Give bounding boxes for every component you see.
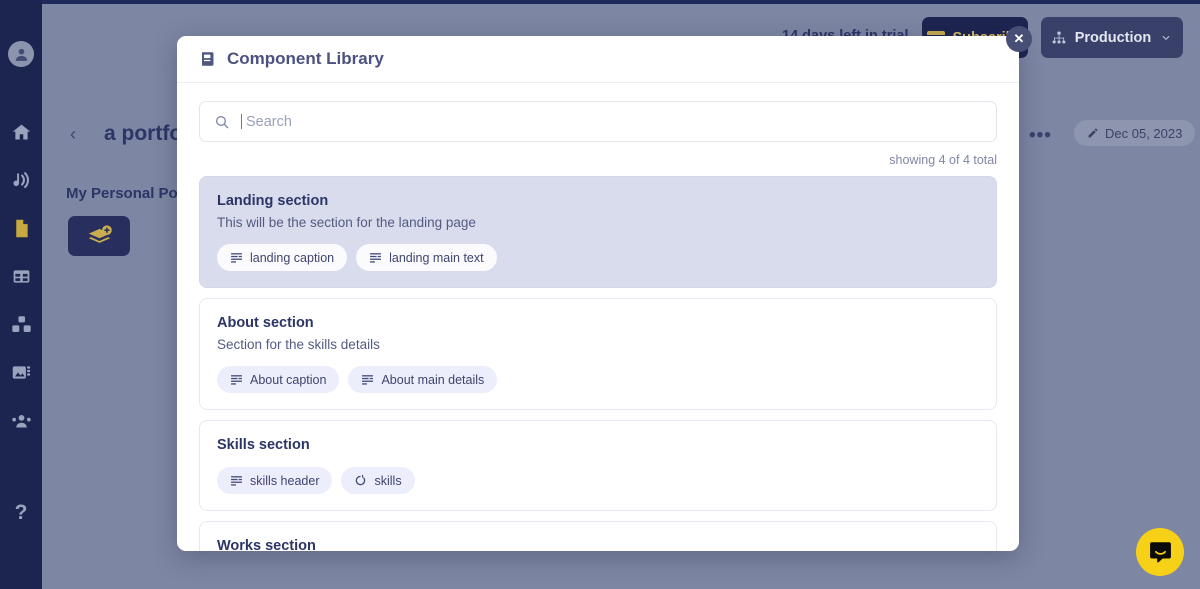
component-chip[interactable]: About caption <box>217 366 340 393</box>
page-subtitle: My Personal Po <box>66 185 178 202</box>
close-modal-button[interactable]: ✕ <box>1006 26 1032 52</box>
component-chip[interactable]: landing main text <box>356 244 497 271</box>
component-chip[interactable]: skills header <box>217 467 333 494</box>
search-placeholder: Search <box>246 113 292 130</box>
sidebar-item-broadcast[interactable] <box>0 168 42 192</box>
component-chip[interactable]: About main details <box>348 366 498 393</box>
more-options-button[interactable]: ••• <box>1029 125 1052 147</box>
avatar[interactable] <box>8 41 34 67</box>
text-lines-icon <box>231 375 242 385</box>
section-card-works[interactable]: Works section <box>199 521 997 551</box>
component-chip[interactable]: landing caption <box>217 244 348 271</box>
section-card-about[interactable]: About section Section for the skills det… <box>199 298 997 410</box>
chip-label: landing caption <box>250 250 335 265</box>
back-chevron-icon[interactable]: ‹ <box>70 124 76 145</box>
text-lines-icon <box>231 253 242 263</box>
left-sidebar: ? <box>0 0 42 589</box>
section-description: Section for the skills details <box>217 337 380 352</box>
search-icon <box>216 115 229 128</box>
search-caret <box>241 114 242 129</box>
search-input[interactable]: Search <box>199 101 997 142</box>
environment-selector[interactable]: Production <box>1041 17 1183 58</box>
sidebar-item-components[interactable] <box>0 312 42 336</box>
sidebar-item-tables[interactable] <box>0 264 42 288</box>
chip-label: skills header <box>250 473 320 488</box>
chip-label: About main details <box>381 372 485 387</box>
pencil-icon <box>1088 128 1098 138</box>
sidebar-item-home[interactable] <box>0 120 42 144</box>
sidebar-item-media[interactable] <box>0 360 42 384</box>
section-title: Works section <box>217 538 316 551</box>
sidebar-item-help[interactable]: ? <box>0 498 42 528</box>
section-title: About section <box>217 315 314 331</box>
modal-title: Component Library <box>227 49 384 68</box>
modal-header: Component Library <box>177 36 1019 83</box>
date-badge-label: Dec 05, 2023 <box>1105 125 1183 141</box>
text-lines-icon <box>370 253 382 263</box>
chat-bubble-icon <box>1149 541 1171 563</box>
sidebar-item-team[interactable] <box>0 408 42 432</box>
results-count: showing 4 of 4 total <box>889 153 997 167</box>
section-chips: skills header skills <box>217 467 979 494</box>
chip-label: landing main text <box>389 250 484 265</box>
layers-plus-icon <box>88 224 112 243</box>
text-lines-icon <box>362 375 374 385</box>
environment-label: Production <box>1074 29 1152 46</box>
add-layers-button[interactable] <box>68 216 130 256</box>
component-library-modal: Component Library Search showing 4 of 4 … <box>177 36 1019 551</box>
screen: ? 14 days left in trial Subscribe Produc… <box>0 0 1200 589</box>
section-title: Skills section <box>217 437 310 453</box>
page-title: a portfo <box>104 122 183 145</box>
section-chips: landing caption landing main text <box>217 244 979 271</box>
date-badge[interactable]: Dec 05, 2023 <box>1074 120 1196 146</box>
refresh-rotate-icon <box>356 474 366 486</box>
chevron-down-icon <box>1162 35 1170 40</box>
chip-label: About caption <box>250 372 327 387</box>
section-description: This will be the section for the landing… <box>217 215 476 230</box>
modal-body: Search showing 4 of 4 total Landing sect… <box>177 83 1019 551</box>
component-chip[interactable]: skills <box>341 467 415 494</box>
book-icon <box>202 52 214 66</box>
chip-label: skills <box>374 473 402 488</box>
section-card-landing[interactable]: Landing section This will be the section… <box>199 176 997 288</box>
intercom-chat-launcher[interactable] <box>1136 528 1184 576</box>
section-card-skills[interactable]: Skills section skills header skills <box>199 420 997 511</box>
sidebar-item-documents[interactable] <box>0 216 42 240</box>
sitemap-icon <box>1052 31 1066 43</box>
sidebar-nav <box>0 120 42 432</box>
section-title: Landing section <box>217 193 329 209</box>
section-chips: About caption About main details <box>217 366 979 393</box>
text-lines-icon <box>231 476 242 486</box>
